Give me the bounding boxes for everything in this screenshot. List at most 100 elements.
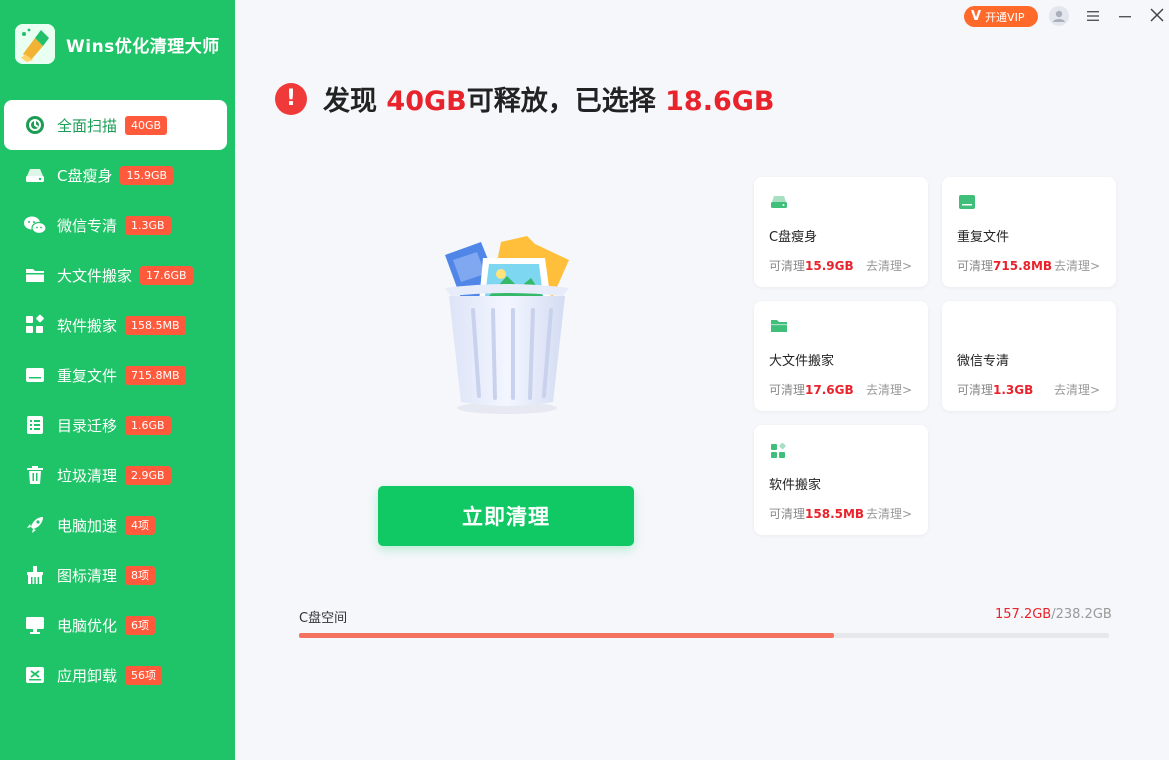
sidebar-item-badge: 8项 [125,565,156,585]
sidebar-item-label: 全面扫描 [57,116,118,135]
sidebar-item-label: 应用卸载 [57,666,118,685]
sidebar-item-directory-move[interactable]: 目录迁移 1.6GB [0,400,235,450]
sidebar-item-badge: 40GB [125,115,168,135]
headline-text: 发现 40GB可释放，已选择 18.6GB [323,79,775,118]
user-avatar-icon[interactable] [1049,6,1069,26]
drive-icon [23,163,47,187]
sidebar-item-wechat[interactable]: 微信专清 1.3GB [0,200,235,250]
card-clean-amount: 可清理15.9GB [769,257,854,274]
drive-icon [770,194,788,210]
card-software-move[interactable]: 软件搬家 可清理158.5MB 去清理> [754,425,928,535]
card-prefix-label: 可清理 [769,507,806,521]
folder-icon [23,263,47,287]
clean-now-button[interactable]: 立即清理 [378,486,634,546]
trash-icon [23,463,47,487]
close-icon[interactable] [1148,6,1166,24]
sidebar-item-badge: 56项 [125,665,163,685]
headline-middle: 可释放，已选择 [466,86,666,117]
sidebar-item-speedup[interactable]: 电脑加速 4项 [0,500,235,550]
disk-usage-bar [299,633,1109,638]
card-amount: 15.9GB [805,259,854,273]
card-clean-amount: 可清理715.8MB [957,257,1052,274]
sidebar-item-junk-clean[interactable]: 垃圾清理 2.9GB [0,450,235,500]
sidebar-item-large-files[interactable]: 大文件搬家 17.6GB [0,250,235,300]
sidebar-item-label: 重复文件 [57,366,118,385]
sidebar-item-software-move[interactable]: 软件搬家 158.5MB [0,300,235,350]
sidebar: Wins优化清理大师 全面扫描 40GB C盘瘦身 15.9GB 微信专清 1.… [0,0,235,760]
card-c-drive[interactable]: C盘瘦身 可清理15.9GB 去清理> [754,177,928,287]
card-prefix-label: 可清理 [957,383,994,397]
card-clean-amount: 可清理17.6GB [769,381,854,398]
alert-icon: ! [275,82,307,115]
vip-icon: V [971,9,982,24]
card-title: C盘瘦身 [769,230,818,245]
card-clean-amount: 可清理158.5MB [769,505,864,522]
apps-icon [23,313,47,337]
card-prefix-label: 可清理 [769,383,806,397]
sidebar-item-badge: 1.6GB [125,415,171,435]
sidebar-item-uninstall[interactable]: 应用卸载 56项 [0,650,235,700]
sidebar-item-label: 电脑优化 [57,616,118,635]
card-title: 重复文件 [957,230,1010,245]
card-wechat[interactable]: 微信专清 可清理1.3GB 去清理> [942,301,1116,411]
sidebar-item-label: 微信专清 [57,216,118,235]
sidebar-item-label: 图标清理 [57,566,118,585]
list-icon [23,413,47,437]
sidebar-item-badge: 17.6GB [140,265,193,285]
card-large-files[interactable]: 大文件搬家 可清理17.6GB 去清理> [754,301,928,411]
scan-result-headline: ! 发现 40GB可释放，已选择 18.6GB [275,79,775,118]
card-go-clean-link[interactable]: 去清理> [866,505,912,522]
duplicate-icon [958,194,976,210]
sidebar-item-c-drive[interactable]: C盘瘦身 15.9GB [0,150,235,200]
trash-bin-illustration [435,230,580,420]
brand: Wins优化清理大师 [15,24,220,64]
sidebar-item-icon-clean[interactable]: 图标清理 8项 [0,550,235,600]
sidebar-item-optimize[interactable]: 电脑优化 6项 [0,600,235,650]
sidebar-item-duplicates[interactable]: 重复文件 715.8MB [0,350,235,400]
sidebar-item-badge: 158.5MB [125,315,186,335]
duplicate-icon [23,363,47,387]
card-title: 软件搬家 [769,478,822,493]
rocket-icon [23,513,47,537]
disk-usage-text: 157.2GB/238.2GB [995,607,1112,622]
menu-icon[interactable] [1085,8,1101,24]
uninstall-icon [23,663,47,687]
vip-button[interactable]: V 开通VIP [964,6,1038,27]
card-amount: 715.8MB [993,259,1053,273]
disk-usage-fill [299,633,834,638]
card-go-clean-link[interactable]: 去清理> [1054,381,1100,398]
disk-used: 157.2GB [995,607,1052,622]
card-go-clean-link[interactable]: 去清理> [1054,257,1100,274]
card-prefix-label: 可清理 [957,259,994,273]
card-duplicates[interactable]: 重复文件 可清理715.8MB 去清理> [942,177,1116,287]
scan-icon [23,113,47,137]
card-go-clean-link[interactable]: 去清理> [866,257,912,274]
sidebar-item-full-scan[interactable]: 全面扫描 40GB [4,100,227,150]
sidebar-item-label: C盘瘦身 [57,166,113,185]
folder-icon [770,318,788,334]
vip-label: 开通VIP [985,10,1025,24]
headline-prefix: 发现 [323,86,387,117]
headline-selected-size: 18.6GB [665,86,775,117]
sidebar-item-badge: 4项 [125,515,156,535]
sidebar-item-label: 大文件搬家 [57,266,133,285]
card-prefix-label: 可清理 [769,259,806,273]
brush-icon [23,563,47,587]
monitor-icon [23,613,47,637]
sidebar-item-label: 目录迁移 [57,416,118,435]
sidebar-item-badge: 6项 [125,615,156,635]
sidebar-item-label: 软件搬家 [57,316,118,335]
headline-found-size: 40GB [386,86,467,117]
minimize-icon[interactable] [1117,8,1133,24]
app-title: Wins优化清理大师 [66,36,220,57]
sidebar-item-badge: 15.9GB [120,165,174,185]
card-title: 微信专清 [957,354,1010,369]
sidebar-item-label: 垃圾清理 [57,466,118,485]
sidebar-item-label: 电脑加速 [57,516,118,535]
sidebar-item-badge: 2.9GB [125,465,171,485]
card-amount: 1.3GB [993,383,1034,397]
card-amount: 158.5MB [805,507,865,521]
app-logo-icon [15,24,55,64]
sidebar-item-badge: 1.3GB [125,215,171,235]
card-go-clean-link[interactable]: 去清理> [866,381,912,398]
